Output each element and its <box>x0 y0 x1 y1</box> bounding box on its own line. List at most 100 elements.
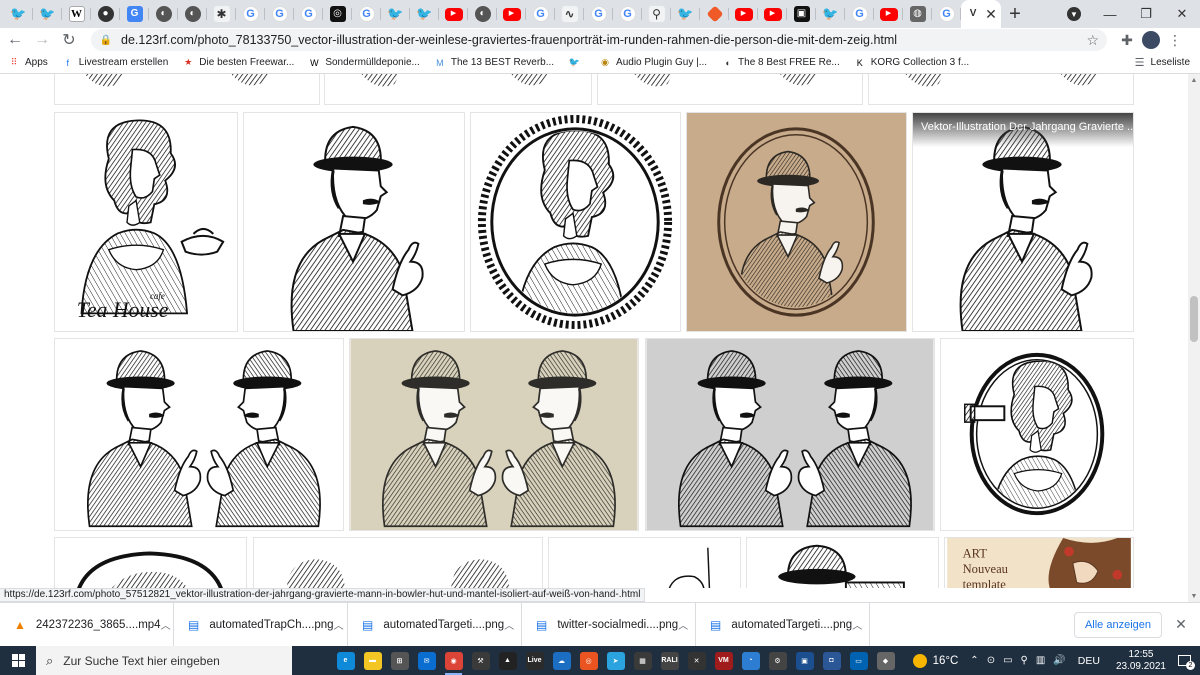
minimize-button[interactable]: — <box>1092 0 1128 28</box>
url-text[interactable]: de.123rf.com/photo_78133750_vector-illus… <box>121 33 897 47</box>
image-tile[interactable] <box>597 74 863 105</box>
clock[interactable]: 12:55 23.09.2021 <box>1116 649 1166 673</box>
bookmark-item[interactable]: ◉ Audio Plugin Guy |... <box>599 52 707 74</box>
image-tile[interactable] <box>940 338 1134 531</box>
active-browser-tab[interactable]: V ✕ <box>961 0 1001 28</box>
taskbar-app[interactable]: ▲ <box>494 646 521 675</box>
new-tab-button[interactable]: + <box>1001 0 1029 28</box>
browser-tab[interactable]: ▣ <box>787 0 816 28</box>
download-item[interactable]: ▲ 242372236_3865....mp4 ︿ <box>0 602 174 647</box>
image-tile[interactable] <box>868 74 1134 105</box>
download-item[interactable]: ▤ automatedTrapCh....png ︿ <box>174 602 348 647</box>
browser-tab[interactable]: ✱ <box>207 0 236 28</box>
forward-button[interactable]: → <box>30 28 54 52</box>
browser-tab[interactable]: G <box>236 0 265 28</box>
weather-widget[interactable]: 16°C <box>912 653 958 668</box>
browser-tab[interactable]: G <box>352 0 381 28</box>
browser-tab[interactable]: ⚲ <box>642 0 671 28</box>
browser-tab[interactable]: ◐ <box>149 0 178 28</box>
bookmark-item[interactable]: ⠿ Apps <box>8 52 48 74</box>
taskbar-app[interactable]: ☁ <box>548 646 575 675</box>
browser-tab[interactable]: 🐦 <box>4 0 33 28</box>
browser-tab[interactable]: G <box>932 0 961 28</box>
taskbar-app[interactable]: ✉ <box>413 646 440 675</box>
bookmark-item[interactable]: W Sondermülldeponie... <box>308 52 420 74</box>
profile-button[interactable] <box>1139 28 1163 52</box>
browser-tab[interactable]: G <box>265 0 294 28</box>
image-tile[interactable] <box>54 537 247 588</box>
browser-tab[interactable]: ▶ <box>497 0 526 28</box>
taskbar-app[interactable]: ▣ <box>791 646 818 675</box>
download-item[interactable]: ▤ automatedTargeti....png ︿ <box>348 602 522 647</box>
browser-tab[interactable]: G <box>294 0 323 28</box>
back-button[interactable]: ← <box>3 28 27 52</box>
scroll-thumb[interactable] <box>1190 296 1198 342</box>
image-tile-art-nouveau[interactable]: ART Nouveau template <box>944 537 1134 588</box>
taskbar-app[interactable]: ▭ <box>845 646 872 675</box>
browser-tab[interactable]: ▶ <box>729 0 758 28</box>
image-tile[interactable] <box>645 338 935 531</box>
browser-tab[interactable]: ◎ <box>323 0 352 28</box>
taskbar-app[interactable]: ➤ <box>602 646 629 675</box>
chevron-up-icon[interactable]: ︿ <box>504 617 514 632</box>
show-hidden-icons-chevron-icon[interactable]: ⌃ <box>970 655 978 666</box>
bookmark-item[interactable]: f Livestream erstellen <box>62 52 169 74</box>
browser-tab[interactable]: 🐦 <box>671 0 700 28</box>
close-downloads-button[interactable]: ✕ <box>1166 610 1196 640</box>
image-tile[interactable] <box>54 338 344 531</box>
browser-tab[interactable]: G <box>613 0 642 28</box>
image-tile[interactable] <box>470 112 681 332</box>
taskbar-app[interactable]: ◉ <box>440 646 467 675</box>
browser-tab[interactable]: ◍ <box>903 0 932 28</box>
browser-tab[interactable]: 🐦 <box>33 0 62 28</box>
browser-tab[interactable]: ◐ <box>468 0 497 28</box>
image-tile[interactable] <box>349 338 639 531</box>
download-item[interactable]: ▤ automatedTargeti....png ︿ <box>696 602 870 647</box>
copy-icon[interactable]: ❐ <box>1109 302 1125 323</box>
notification-center-button[interactable]: 2 <box>1174 652 1195 670</box>
taskbar-app[interactable]: ◎ <box>575 646 602 675</box>
menu-kebab-icon[interactable]: ⋮ <box>1163 28 1187 52</box>
chevron-up-icon[interactable]: ︿ <box>852 617 862 632</box>
scroll-up-arrow[interactable]: ▲ <box>1188 74 1200 86</box>
taskbar-search-box[interactable]: ⌕ Zur Suche Text hier eingeben <box>36 646 292 675</box>
taskbar-app[interactable]: ⚙ <box>764 646 791 675</box>
extensions-puzzle-icon[interactable]: ✚ <box>1115 28 1139 52</box>
taskbar-app[interactable]: VM <box>710 646 737 675</box>
bookmark-item[interactable]: M The 13 BEST Reverb... <box>434 52 554 74</box>
taskbar-app[interactable]: ✕ <box>683 646 710 675</box>
network-icon[interactable]: ▥ <box>1036 655 1045 666</box>
download-item[interactable]: ▤ twitter-socialmedi....png ︿ <box>522 602 696 647</box>
image-tile[interactable] <box>746 537 939 588</box>
tray-display-icon[interactable]: ▭ <box>1003 655 1012 666</box>
browser-tab[interactable]: ▶ <box>758 0 787 28</box>
lock-icon[interactable]: 🔒 <box>99 33 113 47</box>
taskbar-app[interactable]: Live <box>521 646 548 675</box>
address-bar[interactable]: 🔒 de.123rf.com/photo_78133750_vector-ill… <box>91 29 1107 51</box>
bookmark-item[interactable]: ◖ The 8 Best FREE Re... <box>721 52 839 74</box>
volume-icon[interactable]: 🔊 <box>1053 655 1065 666</box>
scroll-down-arrow[interactable]: ▼ <box>1188 590 1200 602</box>
bookmark-item[interactable]: ★ Die besten Freewar... <box>182 52 294 74</box>
browser-tab[interactable]: G <box>526 0 555 28</box>
tray-microphone-icon[interactable]: ⚲ <box>1021 655 1028 666</box>
browser-tab[interactable]: G <box>584 0 613 28</box>
chevron-up-icon[interactable]: ︿ <box>161 617 171 632</box>
close-window-button[interactable]: ✕ <box>1164 0 1200 28</box>
taskbar-app[interactable]: ◔ <box>737 646 764 675</box>
taskbar-app[interactable]: ◆ <box>872 646 899 675</box>
browser-tab[interactable]: 🐦 <box>410 0 439 28</box>
tab-search-button[interactable]: ▼ <box>1056 0 1092 28</box>
chevron-up-icon[interactable]: ︿ <box>678 617 688 632</box>
browser-tab[interactable]: G <box>845 0 874 28</box>
image-tile[interactable] <box>686 112 907 332</box>
browser-tab[interactable]: 🐦 <box>816 0 845 28</box>
similar-search-icon[interactable]: ⚗ <box>921 303 935 323</box>
taskbar-app[interactable]: ▦ <box>629 646 656 675</box>
heart-icon[interactable]: ♡ <box>1085 302 1101 323</box>
bookmark-item[interactable]: 🐦 <box>568 52 585 74</box>
taskbar-app[interactable]: ⚒ <box>467 646 494 675</box>
browser-tab[interactable]: ◐ <box>178 0 207 28</box>
browser-tab[interactable]: ● <box>91 0 120 28</box>
start-button[interactable] <box>0 646 36 675</box>
